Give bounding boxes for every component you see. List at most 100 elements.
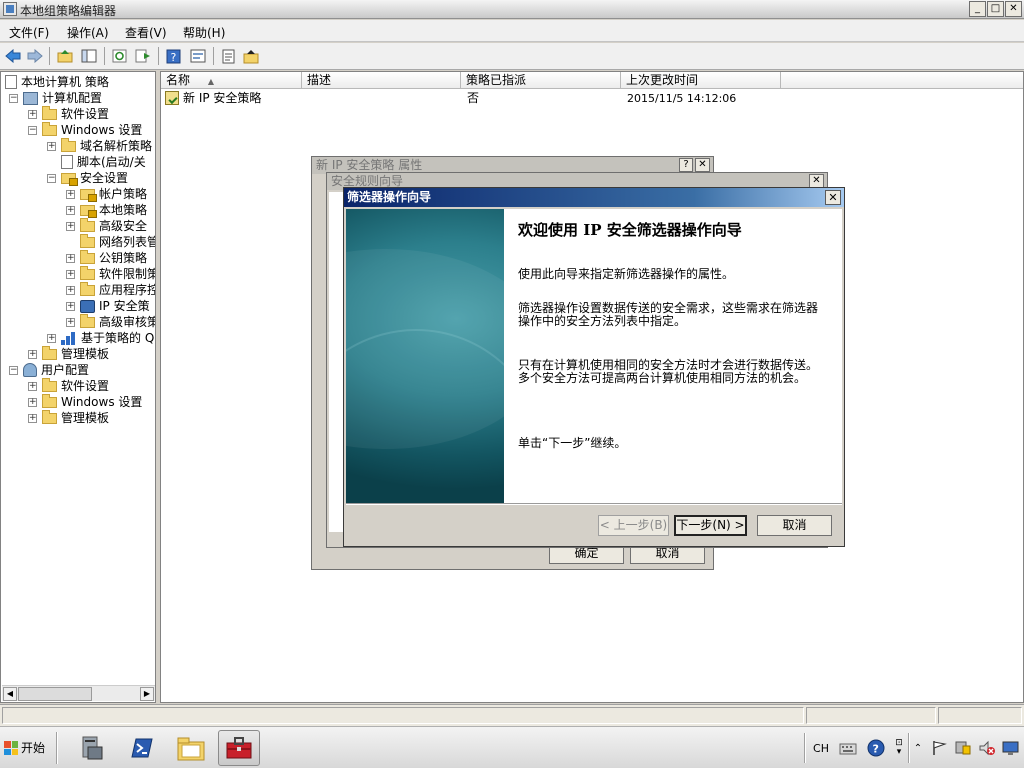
- properties-icon[interactable]: [189, 47, 207, 65]
- menu-help[interactable]: 帮助(H): [183, 24, 225, 41]
- tree-app-control[interactable]: + 应用程序控: [66, 281, 155, 298]
- tree-windows-settings[interactable]: − Windows 设置: [28, 121, 142, 138]
- expand-icon[interactable]: +: [66, 205, 75, 215]
- server-manager-icon[interactable]: [70, 730, 112, 766]
- table-row[interactable]: 新 IP 安全策略 否 2015/11/5 14:12:06: [161, 90, 1023, 107]
- expand-icon[interactable]: +: [28, 413, 37, 423]
- powershell-icon[interactable]: [120, 730, 162, 766]
- action-center-flag-icon[interactable]: [930, 737, 948, 759]
- help-icon[interactable]: ?: [866, 737, 886, 759]
- toolbar-separator: [104, 47, 105, 65]
- minimize-button[interactable]: _: [969, 1, 986, 17]
- tree-advanced-audit[interactable]: + 高级审核策: [66, 313, 155, 330]
- expand-icon[interactable]: +: [66, 189, 75, 199]
- tree-label: 软件设置: [61, 379, 110, 393]
- toolbox-icon[interactable]: [218, 730, 260, 766]
- scroll-left-icon[interactable]: ◀: [3, 687, 17, 701]
- start-button[interactable]: 开始: [2, 734, 50, 762]
- expand-icon[interactable]: +: [47, 141, 56, 151]
- tree-qos[interactable]: + 基于策略的 Q: [47, 330, 154, 346]
- tree-local-policies[interactable]: + 本地策略: [66, 202, 147, 218]
- qos-chart-icon: [61, 331, 77, 345]
- tree-user-config[interactable]: − 用户配置: [9, 362, 89, 378]
- tree-label: 管理模板: [61, 347, 110, 361]
- forward-icon[interactable]: [26, 47, 44, 65]
- file-explorer-icon[interactable]: [170, 730, 212, 766]
- expand-icon[interactable]: +: [66, 301, 75, 311]
- tree-label: 本地策略: [99, 203, 148, 217]
- import-icon[interactable]: [242, 47, 260, 65]
- back-button[interactable]: < 上一步(B): [598, 515, 669, 536]
- server-status-icon[interactable]: [954, 737, 972, 759]
- expand-icon[interactable]: +: [28, 381, 37, 391]
- new-icon[interactable]: [220, 47, 238, 65]
- close-button[interactable]: ✕: [1005, 1, 1022, 17]
- console-tree[interactable]: 本地计算机 策略 − 计算机配置 + 软件设置 − Windows 设置 + 域…: [0, 71, 156, 703]
- close-button[interactable]: ✕: [825, 190, 841, 205]
- expand-icon[interactable]: +: [66, 253, 75, 263]
- expand-icon[interactable]: +: [28, 397, 37, 407]
- cancel-button[interactable]: 取消: [757, 515, 832, 536]
- restore-button[interactable]: □: [987, 1, 1004, 17]
- show-hide-tree-icon[interactable]: [80, 47, 98, 65]
- tree-user-admin[interactable]: + 管理模板: [28, 409, 109, 426]
- expand-icon[interactable]: +: [66, 221, 75, 231]
- expand-icon[interactable]: +: [47, 333, 56, 343]
- export-list-icon[interactable]: [134, 47, 152, 65]
- network-icon[interactable]: [1002, 737, 1020, 759]
- tree-security-settings[interactable]: − 安全设置: [47, 170, 128, 186]
- tree-advanced-security[interactable]: + 高级安全: [66, 217, 147, 234]
- tree-user-software[interactable]: + 软件设置: [28, 377, 110, 394]
- tree-network-list[interactable]: 网络列表管: [66, 233, 155, 250]
- column-description[interactable]: 描述: [302, 72, 461, 89]
- options-icon[interactable]: ⊡ ▾: [892, 737, 906, 759]
- tree-public-key[interactable]: + 公钥策略: [66, 249, 147, 266]
- show-hidden-icons[interactable]: ⌃: [912, 737, 924, 759]
- tree-software-settings[interactable]: + 软件设置: [28, 105, 109, 122]
- collapse-icon[interactable]: −: [47, 173, 56, 183]
- collapse-icon[interactable]: −: [9, 365, 18, 375]
- expand-icon[interactable]: +: [66, 269, 75, 279]
- back-icon[interactable]: [4, 47, 22, 65]
- tree-admin-templates[interactable]: + 管理模板: [28, 345, 110, 362]
- menu-action[interactable]: 操作(A): [67, 24, 109, 41]
- tree-user-windows[interactable]: + Windows 设置: [28, 393, 142, 410]
- help-icon[interactable]: ?: [165, 47, 183, 65]
- tree-name-resolution[interactable]: + 域名解析策略: [47, 137, 152, 154]
- volume-muted-icon[interactable]: [978, 737, 996, 759]
- scroll-right-icon[interactable]: ▶: [140, 687, 154, 701]
- keyboard-icon[interactable]: [838, 737, 858, 759]
- tree-account-policies[interactable]: + 帐户策略: [66, 186, 147, 202]
- dialog-body: [329, 192, 343, 532]
- tree-horizontal-scrollbar[interactable]: ◀ ▶: [2, 685, 155, 701]
- cell-modified: 2015/11/5 14:12:06: [627, 92, 737, 105]
- tree-root[interactable]: 本地计算机 策略: [5, 74, 109, 90]
- collapse-icon[interactable]: −: [28, 125, 37, 135]
- tree-computer-config[interactable]: − 计算机配置: [9, 90, 102, 106]
- help-button[interactable]: ?: [679, 158, 693, 172]
- tree-software-restriction[interactable]: + 软件限制策: [66, 265, 155, 282]
- folder-icon: [80, 265, 95, 280]
- column-name[interactable]: 名称 ▲: [161, 72, 302, 89]
- close-button[interactable]: ✕: [809, 174, 824, 188]
- tree-scripts[interactable]: 脚本(启动/关: [47, 154, 146, 170]
- close-button[interactable]: ✕: [695, 158, 710, 172]
- expand-icon[interactable]: +: [66, 317, 75, 327]
- collapse-icon[interactable]: −: [9, 93, 18, 103]
- language-indicator[interactable]: CH: [811, 737, 831, 759]
- column-assigned[interactable]: 策略已指派: [461, 72, 621, 89]
- menu-file[interactable]: 文件(F): [9, 24, 49, 41]
- windows-logo-icon: [4, 741, 18, 755]
- app-icon: [3, 2, 17, 16]
- menu-view[interactable]: 查看(V): [125, 24, 167, 41]
- expand-icon[interactable]: +: [28, 349, 37, 359]
- tree-label: 脚本(启动/关: [77, 155, 146, 169]
- expand-icon[interactable]: +: [28, 109, 37, 119]
- column-modified[interactable]: 上次更改时间: [621, 72, 781, 89]
- tree-ip-security[interactable]: + IP 安全策: [66, 298, 150, 314]
- next-button[interactable]: 下一步(N) >: [674, 515, 747, 536]
- up-folder-icon[interactable]: [56, 47, 74, 65]
- refresh-icon[interactable]: [111, 47, 129, 65]
- scroll-thumb[interactable]: [18, 687, 92, 701]
- expand-icon[interactable]: +: [66, 285, 75, 295]
